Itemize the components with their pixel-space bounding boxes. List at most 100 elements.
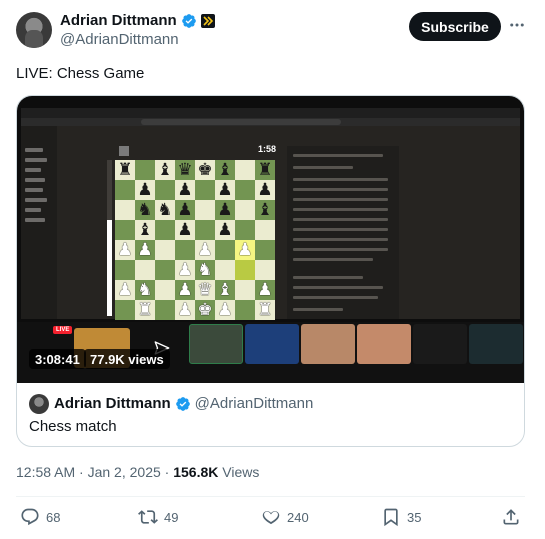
black-piece: ♟ bbox=[177, 199, 193, 220]
white-piece: ♟ bbox=[237, 239, 253, 260]
video-views: 77.9K views bbox=[84, 349, 170, 369]
quote-author-handle[interactable]: @AdrianDittmann bbox=[195, 395, 314, 412]
black-piece: ♝ bbox=[137, 219, 153, 240]
board-square bbox=[155, 180, 175, 200]
bookmark-icon bbox=[384, 508, 398, 527]
white-piece: ♜ bbox=[257, 299, 273, 320]
repost-count: 49 bbox=[164, 509, 179, 525]
board-square bbox=[155, 280, 175, 300]
white-piece: ♟ bbox=[137, 239, 153, 260]
white-piece: ♛ bbox=[197, 279, 213, 300]
board-square bbox=[235, 160, 255, 180]
board-square bbox=[235, 260, 255, 280]
board-square: ♜ bbox=[255, 160, 275, 180]
sidebar-item bbox=[25, 218, 45, 222]
move-row bbox=[293, 276, 363, 279]
like-count: 240 bbox=[287, 509, 309, 525]
views-count: 156.8K bbox=[173, 464, 219, 480]
white-piece: ♟ bbox=[197, 239, 213, 260]
board-square: ♟ bbox=[195, 240, 215, 260]
move-row bbox=[293, 238, 388, 241]
white-piece: ♟ bbox=[117, 239, 133, 260]
participant-thumbnail[interactable] bbox=[469, 324, 523, 364]
author-name[interactable]: Adrian Dittmann bbox=[60, 12, 177, 29]
video-player[interactable]: 1:58 ♜ ♝ ♛ ♚ ♝ ♜ ♟ ♟ ♟ ♟ ♞ ♞ ♟ ♟ ♝ ♝ ♟ ♟ ♟ ♟ ♟ ♟ ♟ ♞ ♟ ♞ ♟ ♛ ♝ ♟ ♜ ♟ ♚ ♟ ♜ bbox=[17, 96, 524, 383]
board-square bbox=[175, 240, 195, 260]
sidebar-item bbox=[25, 178, 45, 182]
black-piece: ♞ bbox=[137, 199, 153, 220]
black-piece: ♜ bbox=[257, 159, 273, 180]
author-handle[interactable]: @AdrianDittmann bbox=[60, 31, 179, 48]
move-row bbox=[293, 188, 388, 191]
move-row bbox=[293, 208, 388, 211]
game-clock: 1:58 bbox=[253, 144, 281, 156]
verified-badge-icon bbox=[181, 13, 196, 28]
board-square: ♝ bbox=[255, 200, 275, 220]
board-square: ♞ bbox=[155, 200, 175, 220]
board-square: ♝ bbox=[155, 160, 175, 180]
url-field bbox=[141, 119, 341, 125]
board-square: ♟ bbox=[115, 240, 135, 260]
board-square: ♜ bbox=[135, 300, 155, 320]
black-piece: ♟ bbox=[217, 219, 233, 240]
like-button[interactable]: 240 bbox=[261, 506, 309, 528]
tweet-timestamp[interactable]: 12:58 AM · Jan 2, 2025 · bbox=[16, 464, 173, 480]
board-square: ♜ bbox=[115, 160, 135, 180]
more-icon[interactable] bbox=[506, 14, 528, 36]
bookmark-button[interactable]: 35 bbox=[381, 506, 421, 528]
sidebar-item bbox=[25, 198, 47, 202]
sidebar-item bbox=[25, 188, 43, 192]
move-row bbox=[293, 154, 383, 157]
participant-thumbnail[interactable] bbox=[413, 324, 467, 364]
sidebar-item bbox=[25, 208, 41, 212]
move-row bbox=[293, 198, 388, 201]
board-square bbox=[135, 260, 155, 280]
board-square: ♟ bbox=[115, 280, 135, 300]
move-row bbox=[293, 166, 353, 169]
board-square bbox=[235, 180, 255, 200]
move-row bbox=[293, 228, 388, 231]
quote-author-avatar[interactable] bbox=[29, 394, 49, 414]
black-piece: ♞ bbox=[157, 199, 173, 220]
board-square: ♟ bbox=[175, 200, 195, 220]
white-piece: ♟ bbox=[117, 279, 133, 300]
subscribe-button[interactable]: Subscribe bbox=[409, 12, 501, 41]
board-square: ♟ bbox=[175, 300, 195, 320]
sidebar-item bbox=[25, 168, 41, 172]
black-piece: ♟ bbox=[177, 179, 193, 200]
duration-text: 3:08:41 bbox=[35, 351, 80, 367]
author-name-row: Adrian Dittmann bbox=[60, 12, 215, 29]
board-square bbox=[215, 260, 235, 280]
chess-screen: 1:58 ♜ ♝ ♛ ♚ ♝ ♜ ♟ ♟ ♟ ♟ ♞ ♞ ♟ ♟ ♝ ♝ ♟ ♟ ♟ ♟ ♟ ♟ ♟ ♞ ♟ ♞ ♟ ♛ ♝ ♟ ♜ ♟ ♚ ♟ ♜ bbox=[21, 108, 520, 332]
participant-thumbnail[interactable] bbox=[189, 324, 243, 364]
white-piece: ♟ bbox=[177, 259, 193, 280]
participant-thumbnail[interactable] bbox=[301, 324, 355, 364]
move-row bbox=[293, 296, 378, 299]
board-square: ♛ bbox=[175, 160, 195, 180]
participant-thumbnail[interactable] bbox=[357, 324, 411, 364]
reply-icon bbox=[21, 508, 39, 526]
reply-button[interactable]: 68 bbox=[20, 506, 60, 528]
white-piece: ♞ bbox=[197, 259, 213, 280]
quote-author-name[interactable]: Adrian Dittmann bbox=[54, 395, 171, 412]
chess-sidebar bbox=[21, 126, 57, 319]
quoted-tweet-card[interactable]: 1:58 ♜ ♝ ♛ ♚ ♝ ♜ ♟ ♟ ♟ ♟ ♞ ♞ ♟ ♟ ♝ ♝ ♟ ♟ ♟ ♟ ♟ ♟ ♟ ♞ ♟ ♞ ♟ ♛ ♝ ♟ ♜ ♟ ♚ ♟ ♜ bbox=[16, 95, 525, 447]
share-button[interactable] bbox=[501, 506, 521, 528]
eval-bar-black bbox=[107, 160, 112, 220]
repost-button[interactable]: 49 bbox=[138, 506, 178, 528]
bookmark-count: 35 bbox=[407, 509, 422, 525]
board-square: ♞ bbox=[135, 280, 155, 300]
black-piece: ♟ bbox=[217, 199, 233, 220]
views-label: Views bbox=[218, 464, 260, 480]
black-piece: ♝ bbox=[257, 199, 273, 220]
board-square bbox=[115, 300, 135, 320]
board-square: ♞ bbox=[195, 260, 215, 280]
heart-icon bbox=[262, 511, 280, 525]
black-piece: ♝ bbox=[157, 159, 173, 180]
views-text: 77.9K views bbox=[90, 351, 164, 367]
board-square bbox=[155, 260, 175, 280]
board-square: ♞ bbox=[135, 200, 155, 220]
author-avatar[interactable] bbox=[16, 12, 52, 48]
white-piece: ♜ bbox=[137, 299, 153, 320]
participant-thumbnail[interactable] bbox=[245, 324, 299, 364]
